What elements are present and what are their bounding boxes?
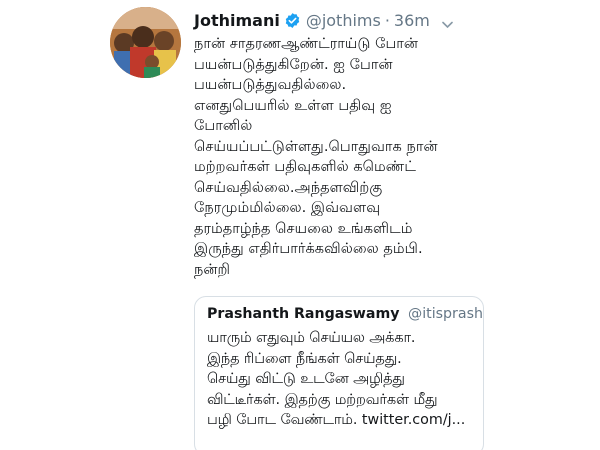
quoted-tweet-text: யாரும் எதுவும் செய்யல அக்கா. இந்த ரிப்ளை… xyxy=(207,328,477,431)
tweet-text-line: பயன்படுத்துகிறேன். ஐ போன் xyxy=(194,55,393,73)
tweet-text-line: எனதுபெயரில் உள்ள பதிவு ஐ xyxy=(194,96,392,114)
tweet-text-line: செய்யப்பட்டுள்ளது.பொதுவாக நான் xyxy=(194,137,438,155)
tweet-text-line: பயன்படுத்துவதில்லை. xyxy=(194,76,347,93)
tweet-text-line: நன்றி xyxy=(194,260,231,278)
quoted-text-line: விட்டீர்கள். இதற்கு மற்றவர்கள் மீது xyxy=(207,391,438,408)
chevron-down-icon[interactable] xyxy=(442,15,453,28)
quoted-author-handle: @itisprash... xyxy=(408,306,483,322)
quoted-tweet-card[interactable]: Prashanth Rangaswamy @itisprash... யாரும… xyxy=(194,296,484,450)
tweet-header: Jothimani @jothims · 36m xyxy=(194,9,453,31)
tweet-timestamp[interactable]: 36m xyxy=(394,11,430,30)
separator-dot: · xyxy=(384,10,390,30)
avatar[interactable] xyxy=(110,7,181,78)
tweet-text-line: போனில் xyxy=(194,117,253,134)
quoted-text-line: பழி போட வேண்டாம். twitter.com/j... xyxy=(207,412,466,428)
author-handle[interactable]: @jothims xyxy=(306,11,381,30)
tweet-text-line: மற்றவர்கள் பதிவுகளில் கமெண்ட் xyxy=(194,158,416,175)
verified-badge-icon xyxy=(284,12,301,29)
quoted-author-name: Prashanth Rangaswamy xyxy=(207,306,400,322)
quoted-text-line: செய்து விட்டு உடனே அழித்து xyxy=(207,371,405,387)
tweet-screenshot: Jothimani @jothims · 36m நான் சாதரணஆண்ட்… xyxy=(0,0,600,450)
quoted-text-line: யாரும் எதுவும் செய்யல அக்கா. xyxy=(207,330,416,346)
tweet-text-line: நான் சாதரணஆண்ட்ராய்டு போன் xyxy=(194,35,419,52)
quoted-tweet-header: Prashanth Rangaswamy @itisprash... xyxy=(207,306,483,322)
tweet-text-line: நேரமும்மில்லை. இவ்வளவு xyxy=(194,199,381,216)
tweet-text-line: தரம்தாழ்ந்த செயலை உங்களிடம் xyxy=(194,219,413,237)
avatar-photo xyxy=(110,7,181,78)
quoted-text-line: இந்த ரிப்ளை நீங்கள் செய்தது. xyxy=(207,350,402,367)
tweet-text-line: இருந்து எதிர்பார்க்கவில்லை தம்பி. xyxy=(194,240,423,257)
author-name[interactable]: Jothimani xyxy=(194,11,280,30)
tweet-text: நான் சாதரணஆண்ட்ராய்டு போன் பயன்படுத்துகி… xyxy=(194,34,484,280)
tweet-text-line: செய்வதில்லை.அந்தளவிற்கு xyxy=(194,178,383,196)
